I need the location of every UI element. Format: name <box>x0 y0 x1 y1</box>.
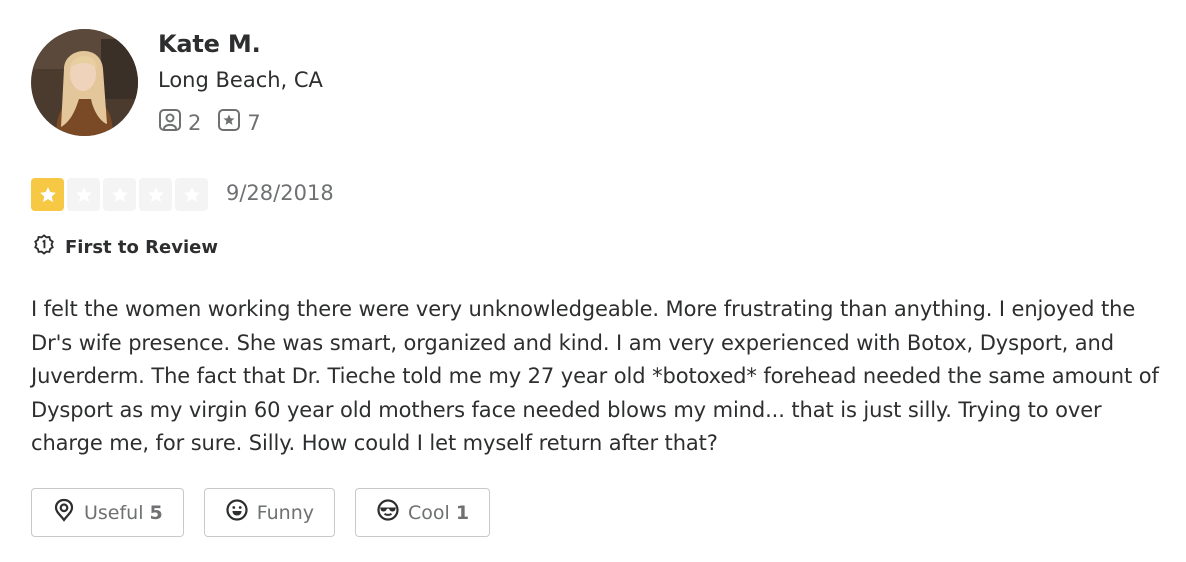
star-icon <box>67 178 100 211</box>
user-name[interactable]: Kate M. <box>158 30 261 58</box>
cool-count: 1 <box>455 501 470 524</box>
review-date: 9/28/2018 <box>226 181 334 205</box>
lightbulb-icon <box>52 498 84 527</box>
friends-count: 2 <box>188 110 202 135</box>
badge-label: First to Review <box>65 237 218 258</box>
review-text: I felt the women working there were very… <box>31 297 1159 456</box>
star-icon <box>139 178 172 211</box>
friends-icon <box>158 108 188 137</box>
funny-button[interactable]: Funny <box>203 488 336 537</box>
reaction-buttons: Useful 5 Funny Cool 1 <box>31 488 510 537</box>
reviews-stat: 7 <box>217 108 261 137</box>
star-icon <box>175 178 208 211</box>
cool-button[interactable]: Cool 1 <box>355 488 491 537</box>
cool-label: Cool <box>408 501 450 524</box>
useful-button[interactable]: Useful 5 <box>31 488 184 537</box>
star-icon <box>103 178 136 211</box>
funny-label: Funny <box>256 501 315 524</box>
useful-label: Useful <box>84 501 144 524</box>
review-star-icon <box>217 108 247 137</box>
useful-count: 5 <box>149 501 163 524</box>
user-stats: 2 7 <box>158 108 277 137</box>
smiley-icon <box>225 498 257 527</box>
first-to-review-badge-icon <box>33 234 65 261</box>
avatar[interactable] <box>31 29 138 136</box>
first-to-review-badge: First to Review <box>33 234 218 261</box>
reviews-count: 7 <box>247 110 261 135</box>
star-rating <box>31 178 211 211</box>
user-location: Long Beach, CA <box>158 68 323 92</box>
sunglasses-smiley-icon <box>376 498 408 527</box>
star-icon <box>31 178 64 211</box>
friends-stat: 2 <box>158 108 201 137</box>
